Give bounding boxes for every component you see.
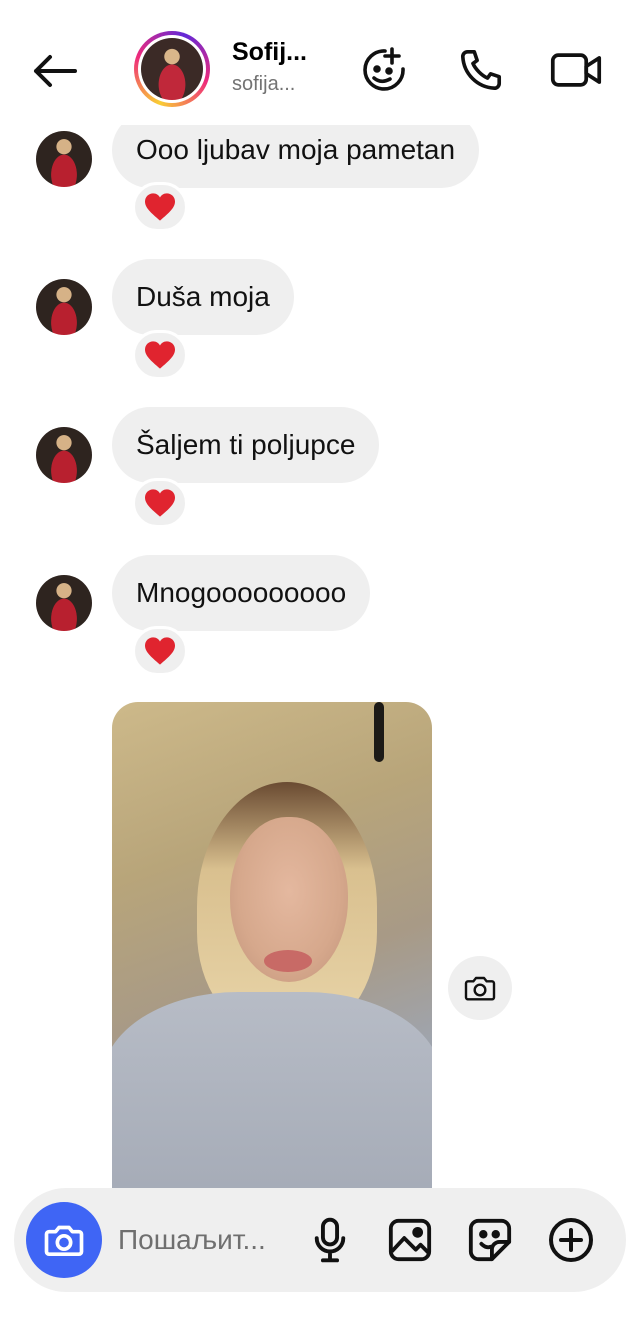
sender-avatar[interactable] bbox=[36, 427, 92, 483]
heart-icon bbox=[145, 637, 175, 665]
heart-reaction[interactable] bbox=[132, 182, 188, 232]
gallery-icon bbox=[388, 1218, 432, 1262]
message-text: Mnogooooooooo bbox=[136, 577, 347, 608]
photo-detail bbox=[112, 992, 432, 1192]
camera-icon bbox=[464, 976, 496, 1001]
phone-icon bbox=[460, 49, 502, 91]
heart-reaction[interactable] bbox=[132, 626, 188, 676]
avatar-image bbox=[141, 38, 203, 100]
contact-username: sofija... bbox=[232, 73, 296, 95]
contact-name: Sofij... bbox=[232, 38, 307, 66]
microphone-icon bbox=[314, 1217, 346, 1263]
message-bubble[interactable]: Šaljem ti poljupce bbox=[112, 407, 380, 483]
photo-detail bbox=[374, 702, 384, 762]
message-text: Ooo ljubav moja pametan bbox=[136, 134, 456, 165]
heart-icon bbox=[145, 193, 175, 221]
avatar-ring-gap bbox=[138, 35, 206, 103]
heart-icon bbox=[145, 341, 175, 369]
voice-call-button[interactable] bbox=[455, 44, 507, 96]
camera-button[interactable] bbox=[26, 1202, 102, 1278]
photo-detail bbox=[264, 950, 312, 972]
effects-icon bbox=[363, 47, 405, 91]
sender-avatar[interactable] bbox=[36, 575, 92, 631]
message-text: Šaljem ti poljupce bbox=[136, 429, 356, 460]
sticker-button[interactable] bbox=[464, 1214, 516, 1266]
back-arrow-icon bbox=[34, 55, 77, 87]
more-options-button[interactable] bbox=[545, 1214, 597, 1266]
gallery-button[interactable] bbox=[384, 1214, 436, 1266]
camera-icon bbox=[44, 1225, 84, 1256]
contact-info[interactable]: Sofij... sofija... bbox=[232, 38, 332, 96]
heart-icon bbox=[145, 489, 175, 517]
chat-thread: Ooo ljubav moja pametan Duša moja Šaljem… bbox=[0, 0, 640, 1318]
video-icon bbox=[550, 53, 602, 87]
sender-avatar[interactable] bbox=[36, 131, 92, 187]
message-bubble[interactable]: Duša moja bbox=[112, 259, 294, 335]
back-button[interactable] bbox=[30, 46, 80, 96]
message-composer bbox=[14, 1188, 626, 1292]
chat-header: Sofij... sofija... bbox=[0, 0, 640, 125]
contact-avatar[interactable] bbox=[134, 31, 210, 107]
voice-message-button[interactable] bbox=[304, 1214, 356, 1266]
message-bubble[interactable]: Mnogooooooooo bbox=[112, 555, 371, 631]
photo-message[interactable] bbox=[112, 702, 432, 1192]
message-text: Duša moja bbox=[136, 281, 270, 312]
effects-button[interactable] bbox=[358, 44, 410, 96]
plus-icon bbox=[549, 1218, 593, 1262]
heart-reaction[interactable] bbox=[132, 330, 188, 380]
video-call-button[interactable] bbox=[550, 44, 602, 96]
message-input[interactable] bbox=[118, 1218, 298, 1262]
heart-reaction[interactable] bbox=[132, 478, 188, 528]
sticker-icon bbox=[468, 1218, 512, 1262]
sender-avatar[interactable] bbox=[36, 279, 92, 335]
reply-camera-button[interactable] bbox=[448, 956, 512, 1020]
